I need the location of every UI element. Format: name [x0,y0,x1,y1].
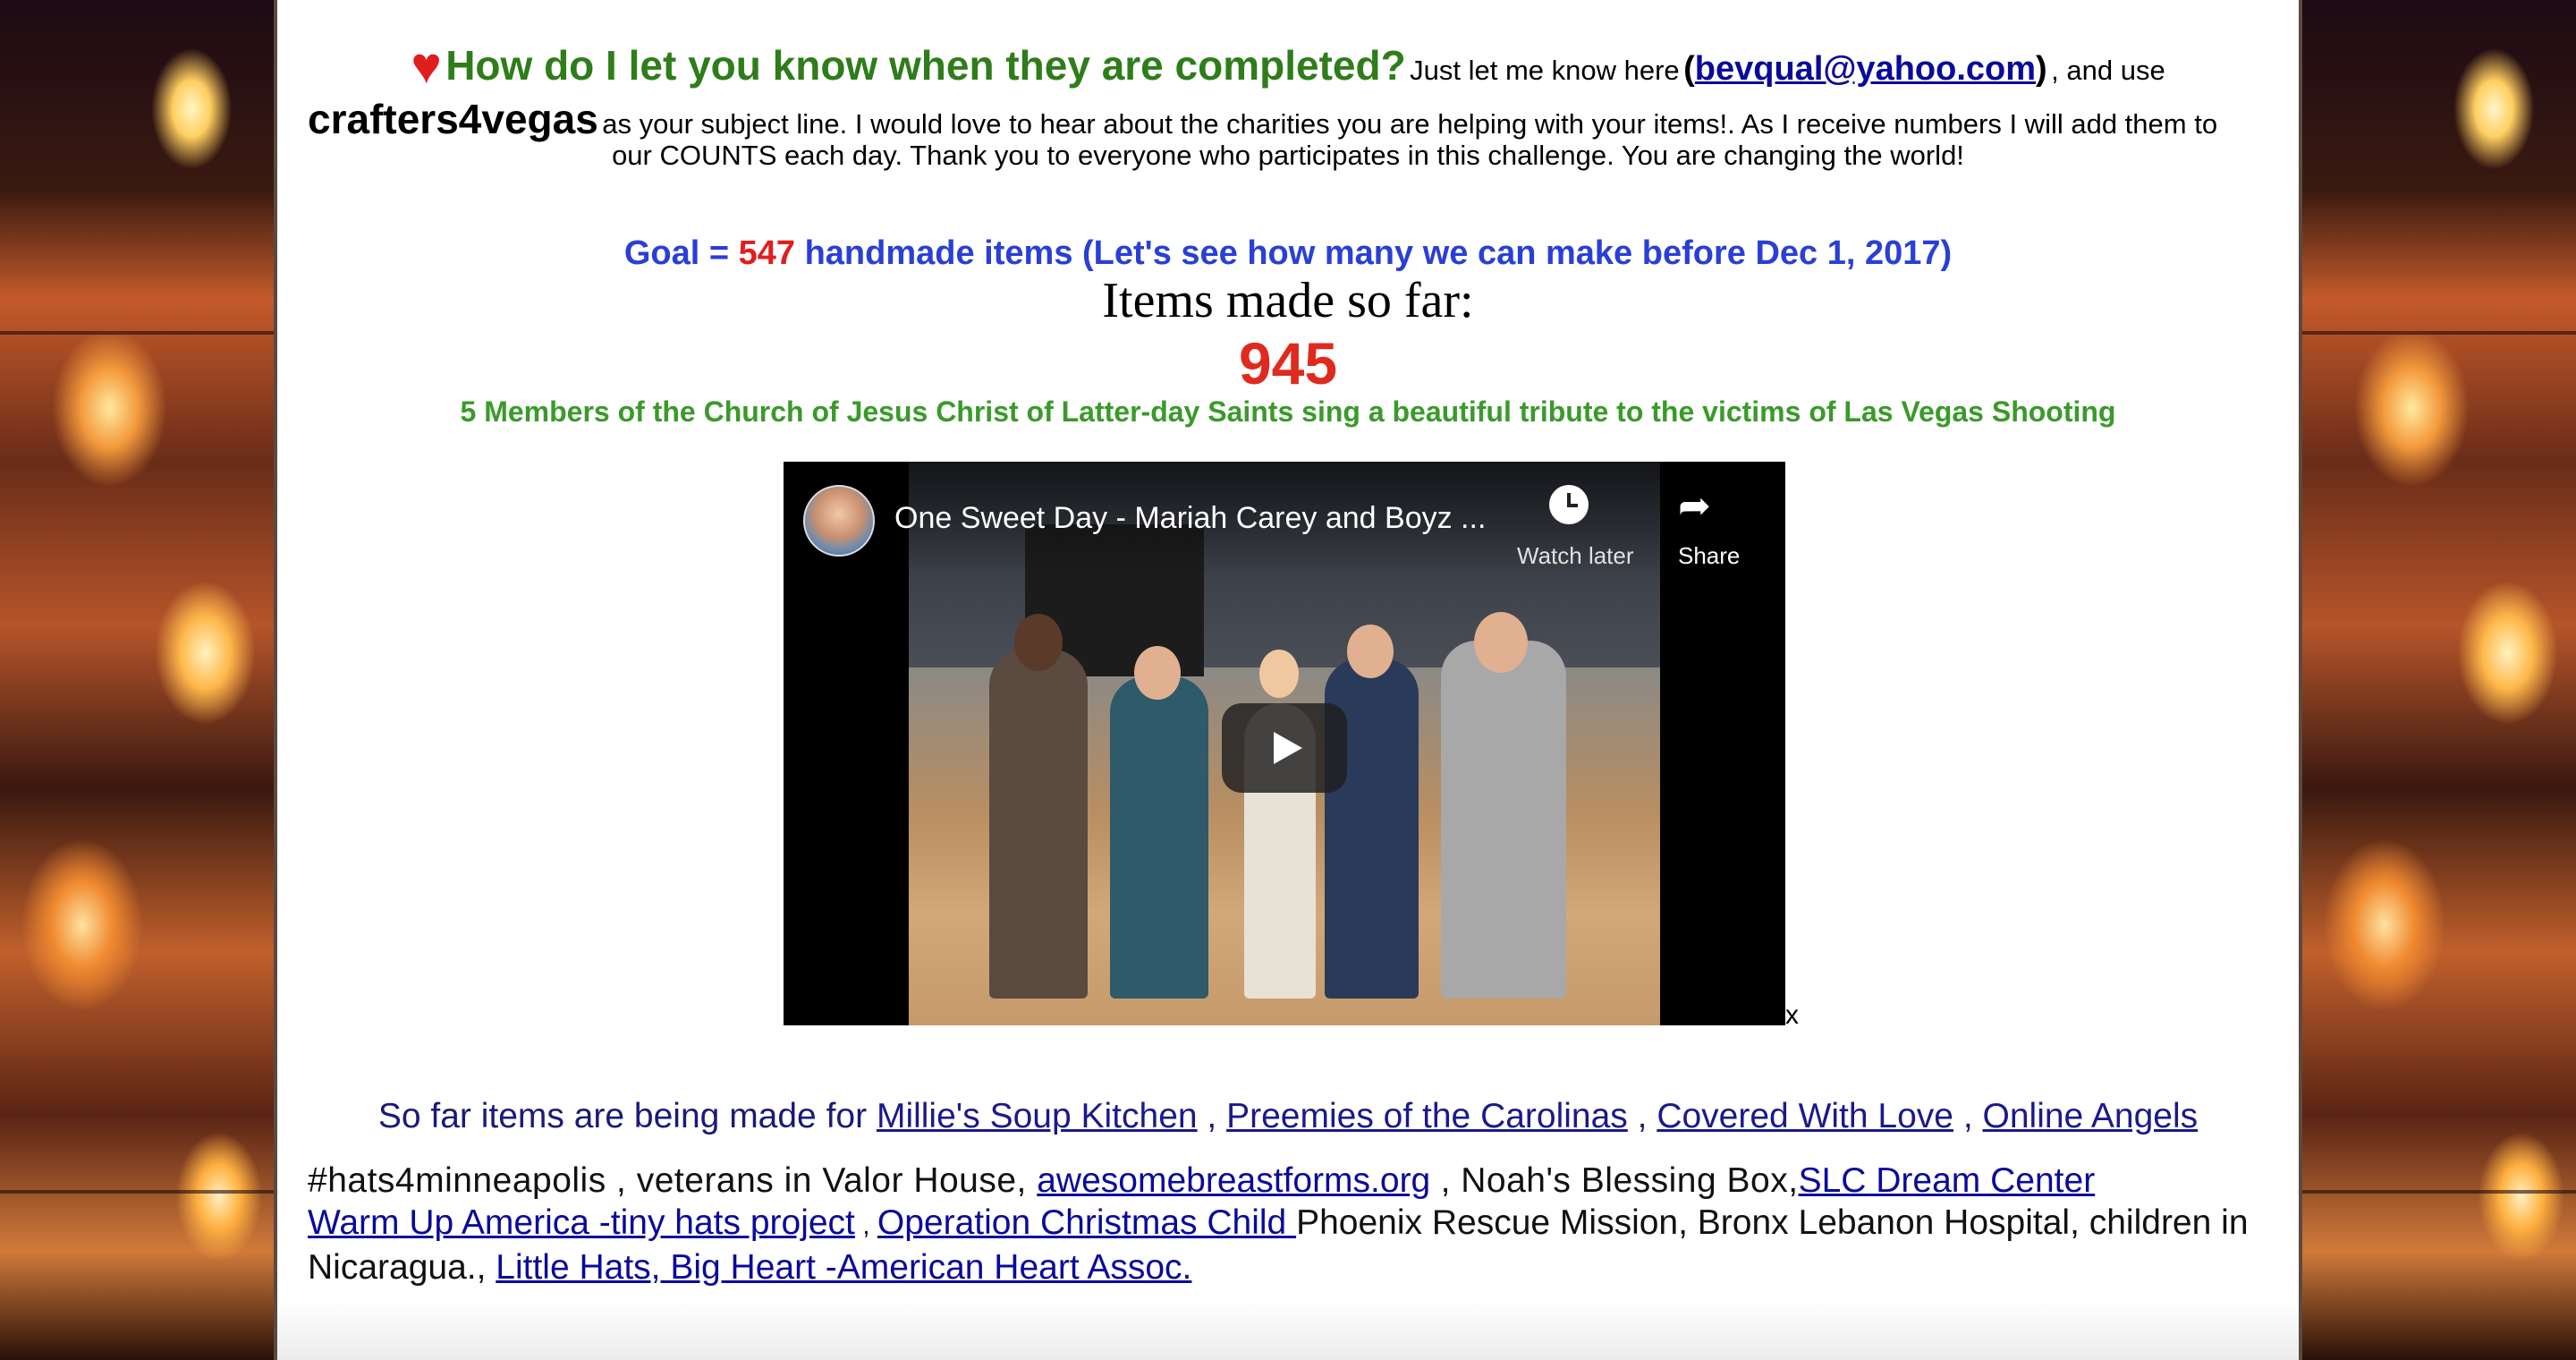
subject-instructions: as your subject line. I would love to he… [602,108,2218,140]
goal-prefix: Goal = [623,234,739,272]
share-label[interactable]: Share [1678,542,1740,570]
right-candle-background [2302,0,2576,1360]
charities-line: So far items are being made for Millie's… [277,1097,2299,1136]
hashtag-text: #hats4minneapolis [308,1161,606,1200]
link-operation-christmas-child[interactable]: Operation Christmas Child [877,1203,1296,1242]
play-button[interactable] [1222,703,1347,793]
separator: , [1197,1097,1227,1135]
link-little-hats-big-heart[interactable]: Little Hats, Big Heart -American Heart A… [496,1248,1191,1287]
heart-icon: ♥ [411,37,442,95]
separator: , [1627,1097,1657,1135]
link-preemies-of-the-carolinas[interactable]: Preemies of the Carolinas [1226,1097,1628,1135]
clock-icon[interactable] [1549,485,1589,524]
let-me-know-text: Just let me know here [1410,55,1680,86]
watch-later-label[interactable]: Watch later [1517,542,1634,570]
channel-avatar[interactable] [803,485,875,557]
charities-list: #hats4minneapolis , veterans in Valor Ho… [308,1160,2284,1288]
link-online-angels[interactable]: Online Angels [1983,1097,2199,1135]
subject-line: crafters4vegas as your subject line. I w… [308,95,2272,143]
share-arrow-icon[interactable]: ➦ [1678,483,1711,529]
goal-line: Goal = 547 handmade items (Let's see how… [277,234,2299,273]
link-covered-with-love[interactable]: Covered With Love [1657,1097,1953,1135]
email-link[interactable]: bevqual@yahoo.com [1695,50,2036,88]
video-caption: 5 Members of the Church of Jesus Christ … [460,395,2116,428]
youtube-video-embed[interactable]: One Sweet Day - Mariah Carey and Boyz ..… [784,462,1785,1025]
items-made-label: Items made so far: [1102,273,1474,328]
items-made-count: 945 [1238,330,1338,396]
video-title[interactable]: One Sweet Day - Mariah Carey and Boyz ..… [894,501,1486,536]
left-candle-background [0,0,274,1360]
charities-intro: So far items are being made for [377,1097,868,1135]
goal-suffix: handmade items (Let's see how many we ca… [795,234,1953,272]
completion-question-line: ♥ How do I let you know when they are co… [277,36,2299,96]
thank-you-text: our COUNTS each day. Thank you to everyo… [612,140,1964,171]
noahs-text: , Noah's Blessing Box, [1430,1161,1799,1200]
small-comma: , [854,1211,877,1240]
bottom-fade [277,1297,2299,1360]
link-warm-up-america[interactable]: Warm Up America -tiny hats project [308,1203,855,1242]
subject-keyword: crafters4vegas [308,96,598,142]
main-content: ♥ How do I let you know when they are co… [274,0,2302,1360]
link-millies-soup-kitchen[interactable]: Millie's Soup Kitchen [877,1097,1198,1135]
open-paren: ( [1683,50,1695,88]
stray-x-mark: x [1785,1000,1799,1030]
veterans-text: , veterans in Valor House, [606,1161,1038,1200]
link-slc-dream-center[interactable]: SLC Dream Center [1799,1161,2096,1200]
and-use-text: , and use [2051,55,2165,86]
separator: , [1953,1097,1983,1135]
completion-question: How do I let you know when they are comp… [445,42,1406,89]
link-awesomebreastforms[interactable]: awesomebreastforms.org [1037,1161,1430,1200]
close-paren: ) [2036,50,2047,88]
goal-number: 547 [738,234,796,272]
